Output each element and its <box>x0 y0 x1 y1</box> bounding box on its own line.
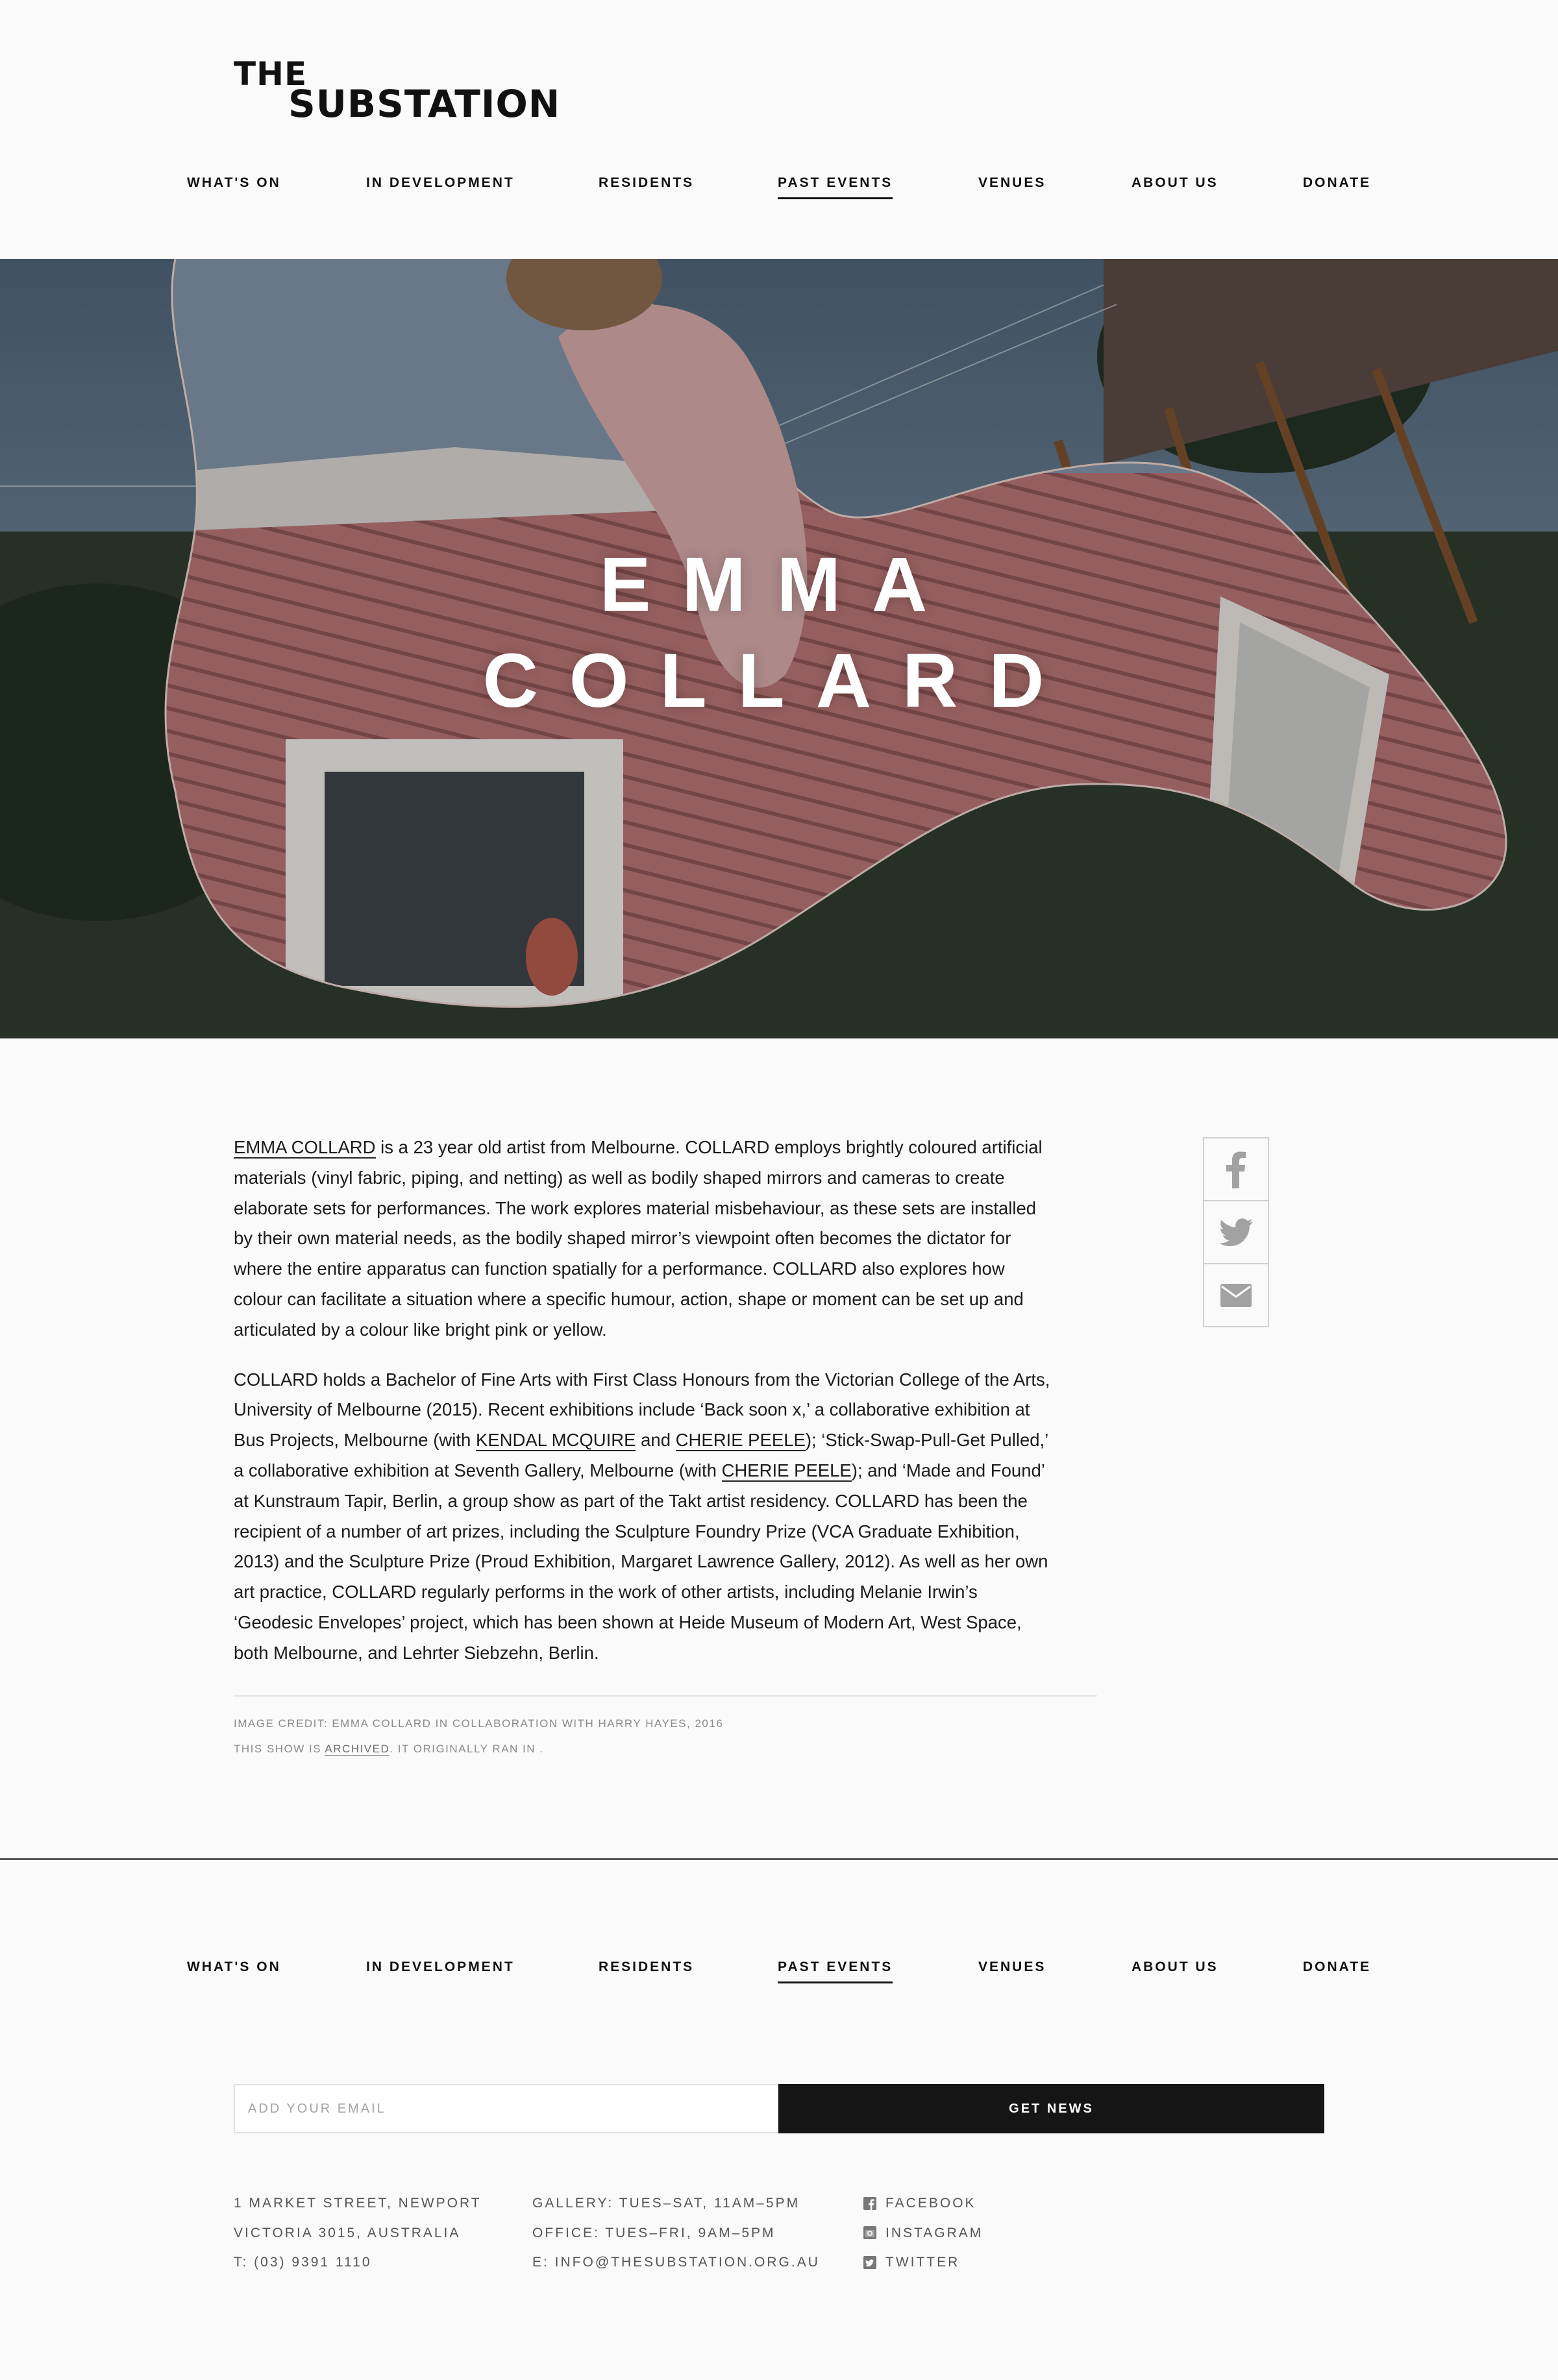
social-instagram-link[interactable]: INSTAGRAM <box>863 2218 983 2248</box>
bio-text: ); and ‘Made and Found’ at Kunstraum Tap… <box>234 1460 1048 1663</box>
share-email-button[interactable] <box>1203 1263 1269 1327</box>
address-line: 1 MARKET STREET, NEWPORT <box>234 2196 482 2211</box>
nav-whats-on[interactable]: WHAT'S ON <box>187 175 281 191</box>
site-logo[interactable]: THE SUBSTATION <box>234 57 560 123</box>
image-credit: IMAGE CREDIT: EMMA COLLARD IN COLLABORAT… <box>234 1717 724 1730</box>
logo-line-2: SUBSTATION <box>288 82 561 126</box>
show-meta: IMAGE CREDIT: EMMA COLLARD IN COLLABORAT… <box>234 1711 723 1761</box>
footer-nav-whats-on[interactable]: WHAT'S ON <box>187 1959 281 1975</box>
get-news-button[interactable]: GET NEWS <box>778 2084 1324 2133</box>
footer-nav-donate[interactable]: DONATE <box>1303 1959 1371 1975</box>
footer-nav-residents[interactable]: RESIDENTS <box>599 1959 694 1975</box>
social-facebook-link[interactable]: FACEBOOK <box>863 2189 983 2218</box>
artist-bio: EMMA COLLARD is a 23 year old artist fro… <box>234 1133 1052 1688</box>
footer-address: 1 MARKET STREET, NEWPORT VICTORIA 3015, … <box>234 2189 482 2277</box>
footer-nav-past-events[interactable]: PAST EVENTS <box>778 1959 893 1983</box>
email-icon <box>1220 1283 1252 1307</box>
share-buttons <box>1203 1137 1269 1327</box>
hero-banner: EMMA COLLARD <box>0 259 1558 1038</box>
office-hours: OFFICE: TUES–FRI, 9AM–5PM <box>532 2225 776 2240</box>
archive-note: THIS SHOW IS ARCHIVED. IT ORIGINALLY RAN… <box>234 1743 544 1756</box>
footer-nav-venues[interactable]: VENUES <box>978 1959 1046 1975</box>
facebook-icon <box>863 2196 876 2210</box>
nav-in-development[interactable]: IN DEVELOPMENT <box>366 175 515 191</box>
hero-title-first: EMMA <box>599 542 959 628</box>
bio-paragraph-2: COLLARD holds a Bachelor of Fine Arts wi… <box>234 1365 1052 1669</box>
link-cherie-peele[interactable]: CHERIE PEELE <box>675 1430 806 1452</box>
nav-residents[interactable]: RESIDENTS <box>599 175 694 191</box>
content-divider <box>234 1695 1097 1697</box>
footer-nav-in-development[interactable]: IN DEVELOPMENT <box>366 1959 515 1975</box>
nav-donate[interactable]: DONATE <box>1303 175 1371 191</box>
footer-social: FACEBOOK INSTAGRAM TWITTER <box>863 2189 983 2277</box>
nav-about-us[interactable]: ABOUT US <box>1131 175 1218 191</box>
twitter-icon <box>1219 1218 1253 1246</box>
archived-link[interactable]: ARCHIVED <box>325 1743 390 1756</box>
main-nav: WHAT'S ON IN DEVELOPMENT RESIDENTS PAST … <box>0 175 1558 214</box>
bio-paragraph-1: EMMA COLLARD is a 23 year old artist fro… <box>234 1133 1052 1345</box>
hero-title-last: COLLARD <box>482 638 1076 724</box>
artist-link[interactable]: EMMA COLLARD <box>234 1137 376 1159</box>
share-facebook-button[interactable] <box>1203 1137 1269 1201</box>
nav-venues[interactable]: VENUES <box>978 175 1046 191</box>
address-line: VICTORIA 3015, AUSTRALIA <box>234 2225 461 2240</box>
footer-rule <box>0 1858 1558 1860</box>
gallery-hours: GALLERY: TUES–SAT, 11AM–5PM <box>532 2196 800 2211</box>
phone-number: T: (03) 9391 1110 <box>234 2255 372 2270</box>
contact-email-link[interactable]: E: INFO@THESUBSTATION.ORG.AU <box>532 2248 820 2277</box>
share-twitter-button[interactable] <box>1203 1200 1269 1264</box>
facebook-icon <box>1226 1151 1246 1188</box>
footer-nav-about-us[interactable]: ABOUT US <box>1131 1959 1218 1975</box>
newsletter-email-input[interactable] <box>234 2084 779 2133</box>
link-cherie-peele-2[interactable]: CHERIE PEELE <box>721 1460 852 1482</box>
social-twitter-link[interactable]: TWITTER <box>863 2248 983 2277</box>
footer-hours: GALLERY: TUES–SAT, 11AM–5PM OFFICE: TUES… <box>532 2189 820 2277</box>
bio-text: and <box>636 1430 676 1451</box>
footer-nav: WHAT'S ON IN DEVELOPMENT RESIDENTS PAST … <box>0 1959 1558 1998</box>
twitter-icon <box>863 2255 876 2269</box>
nav-past-events[interactable]: PAST EVENTS <box>778 175 893 199</box>
instagram-icon <box>863 2226 876 2240</box>
link-kendal-mcquire[interactable]: KENDAL MCQUIRE <box>475 1430 636 1452</box>
bio-text: is a 23 year old artist from Melbourne. … <box>234 1137 1043 1340</box>
